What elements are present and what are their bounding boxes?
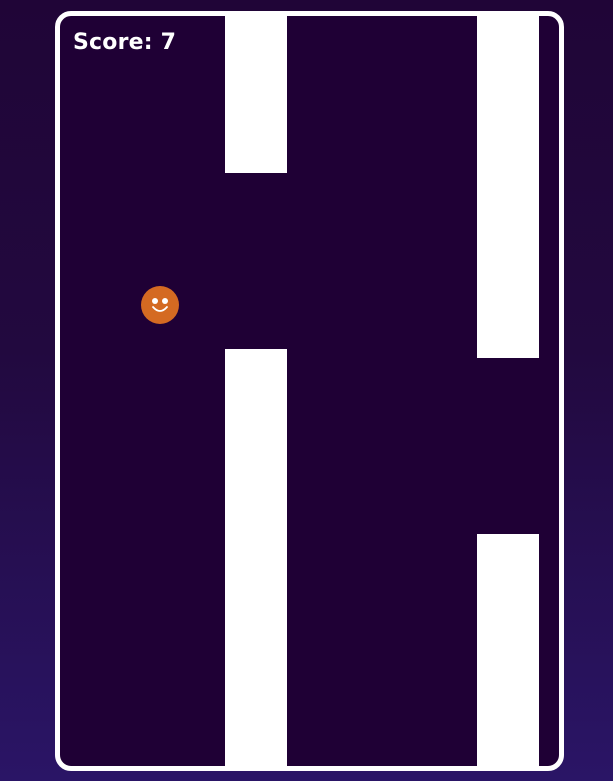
- game-canvas[interactable]: Score: 7: [55, 11, 564, 771]
- pipe-obstacle-left-top: [225, 16, 287, 173]
- pipe-obstacle-left-bottom: [225, 349, 287, 766]
- smiley-face-icon: [152, 298, 168, 312]
- pipe-obstacle-right-top: [477, 16, 539, 358]
- pipe-obstacle-right-bottom: [477, 534, 539, 766]
- player-character: [141, 286, 179, 324]
- score-label: Score: 7: [73, 30, 177, 55]
